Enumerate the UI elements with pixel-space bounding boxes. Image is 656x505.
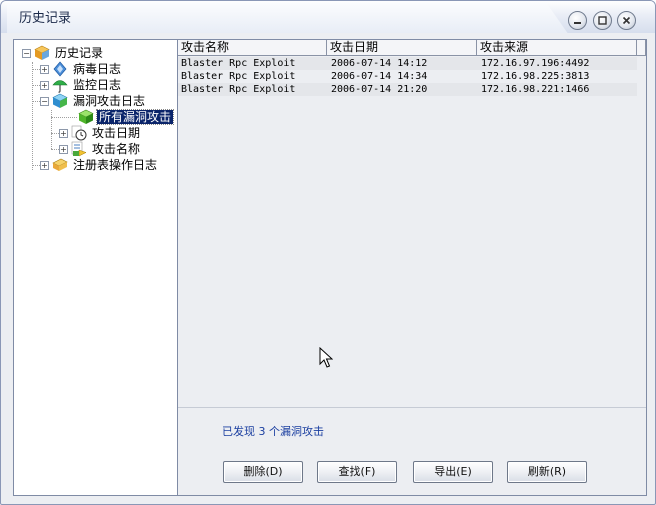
cell-attack-source: 172.16.98.225:3813 <box>481 71 590 82</box>
cell-attack-name: Blaster Rpc Exploit <box>181 84 296 95</box>
table-row[interactable]: Blaster Rpc Exploit 2006-07-14 14:34 172… <box>178 70 637 83</box>
expand-icon[interactable]: + <box>40 80 49 90</box>
window-title: 历史记录 <box>19 11 72 26</box>
column-header-filler <box>637 40 646 56</box>
collapse-icon[interactable]: − <box>22 48 31 58</box>
details-panel: 攻击名称 攻击日期 攻击来源 Blaster Rpc Exploit 2006-… <box>178 39 647 496</box>
expand-icon[interactable]: + <box>40 64 49 74</box>
refresh-button[interactable]: 刷新(R) <box>507 461 587 483</box>
tree-item-label: 注册表操作日志 <box>73 158 158 172</box>
column-header-attack-name[interactable]: 攻击名称 <box>178 40 327 56</box>
window-content: − 历史记录 + 病毒日志 + 监控日志 − 漏洞攻击日志 所有漏洞攻击 + 攻… <box>7 34 649 498</box>
tree-item-label: 漏洞攻击日志 <box>73 94 146 108</box>
tree-item-label: 所有漏洞攻击 <box>95 109 175 125</box>
tree-item-virus-log[interactable]: + 病毒日志 <box>40 61 123 77</box>
mouse-pointer-icon <box>319 347 333 368</box>
column-header-attack-date[interactable]: 攻击日期 <box>327 40 477 56</box>
tree-item-registry-log[interactable]: + 注册表操作日志 <box>40 157 159 173</box>
tree-line <box>32 62 33 170</box>
cell-attack-name: Blaster Rpc Exploit <box>181 58 296 69</box>
minimize-icon <box>574 22 581 24</box>
title-bar[interactable]: 历史记录 <box>1 1 655 33</box>
expand-icon[interactable]: + <box>40 160 49 170</box>
export-button[interactable]: 导出(E) <box>413 461 493 483</box>
history-tree: − 历史记录 + 病毒日志 + 监控日志 − 漏洞攻击日志 所有漏洞攻击 + 攻… <box>13 39 178 496</box>
tree-item-attack-date[interactable]: + 攻击日期 <box>59 125 142 141</box>
cell-attack-source: 172.16.98.221:1466 <box>481 84 590 95</box>
green-box-icon <box>78 109 94 124</box>
clock-icon <box>71 125 87 141</box>
tree-line <box>51 117 77 118</box>
status-text: 已发现 3 个漏洞攻击 <box>222 425 324 438</box>
expand-icon[interactable]: + <box>59 128 68 138</box>
cell-attack-date: 2006-07-14 21:20 <box>331 84 428 95</box>
close-button[interactable] <box>617 11 636 30</box>
find-button[interactable]: 查找(F) <box>317 461 397 483</box>
cell-attack-name: Blaster Rpc Exploit <box>181 71 296 82</box>
tree-item-monitor-log[interactable]: + 监控日志 <box>40 77 123 93</box>
tree-item-attack-name[interactable]: + 攻击名称 <box>59 141 142 157</box>
history-window: 历史记录 − 历史记录 + 病毒日志 + 监控日志 − 漏洞攻击日志 所有漏洞攻… <box>0 0 656 505</box>
column-header-attack-source[interactable]: 攻击来源 <box>477 40 637 56</box>
cell-attack-date: 2006-07-14 14:12 <box>331 58 428 69</box>
umbrella-icon <box>52 80 68 93</box>
virus-shield-icon <box>53 61 67 77</box>
history-box-icon <box>34 45 50 60</box>
title-tab <box>7 3 537 33</box>
tree-item-label: 历史记录 <box>55 46 104 60</box>
cell-attack-date: 2006-07-14 14:34 <box>331 71 428 82</box>
table-row[interactable]: Blaster Rpc Exploit 2006-07-14 14:12 172… <box>178 57 637 70</box>
tree-line <box>51 110 52 149</box>
tree-item-exploit-log[interactable]: − 漏洞攻击日志 <box>40 93 147 109</box>
tree-item-label: 攻击名称 <box>92 142 141 156</box>
tree-item-label: 攻击日期 <box>92 126 141 140</box>
delete-button[interactable]: 删除(D) <box>223 461 303 483</box>
tree-item-history[interactable]: − 历史记录 <box>22 45 105 61</box>
tree-item-all-exploits[interactable]: 所有漏洞攻击 <box>78 109 175 125</box>
maximize-button[interactable] <box>593 11 612 30</box>
registry-book-icon <box>52 158 68 171</box>
name-list-icon <box>71 141 87 157</box>
table-row[interactable]: Blaster Rpc Exploit 2006-07-14 21:20 172… <box>178 83 637 96</box>
close-icon <box>622 16 631 25</box>
cell-attack-source: 172.16.97.196:4492 <box>481 58 590 69</box>
attack-list[interactable]: 攻击名称 攻击日期 攻击来源 Blaster Rpc Exploit 2006-… <box>178 40 646 408</box>
vulnerability-box-icon <box>52 93 68 108</box>
expand-icon[interactable]: + <box>59 144 68 154</box>
maximize-icon <box>598 16 607 25</box>
minimize-button[interactable] <box>568 11 587 30</box>
collapse-icon[interactable]: − <box>40 96 49 106</box>
tree-item-label: 病毒日志 <box>73 62 122 76</box>
tree-item-label: 监控日志 <box>73 78 122 92</box>
